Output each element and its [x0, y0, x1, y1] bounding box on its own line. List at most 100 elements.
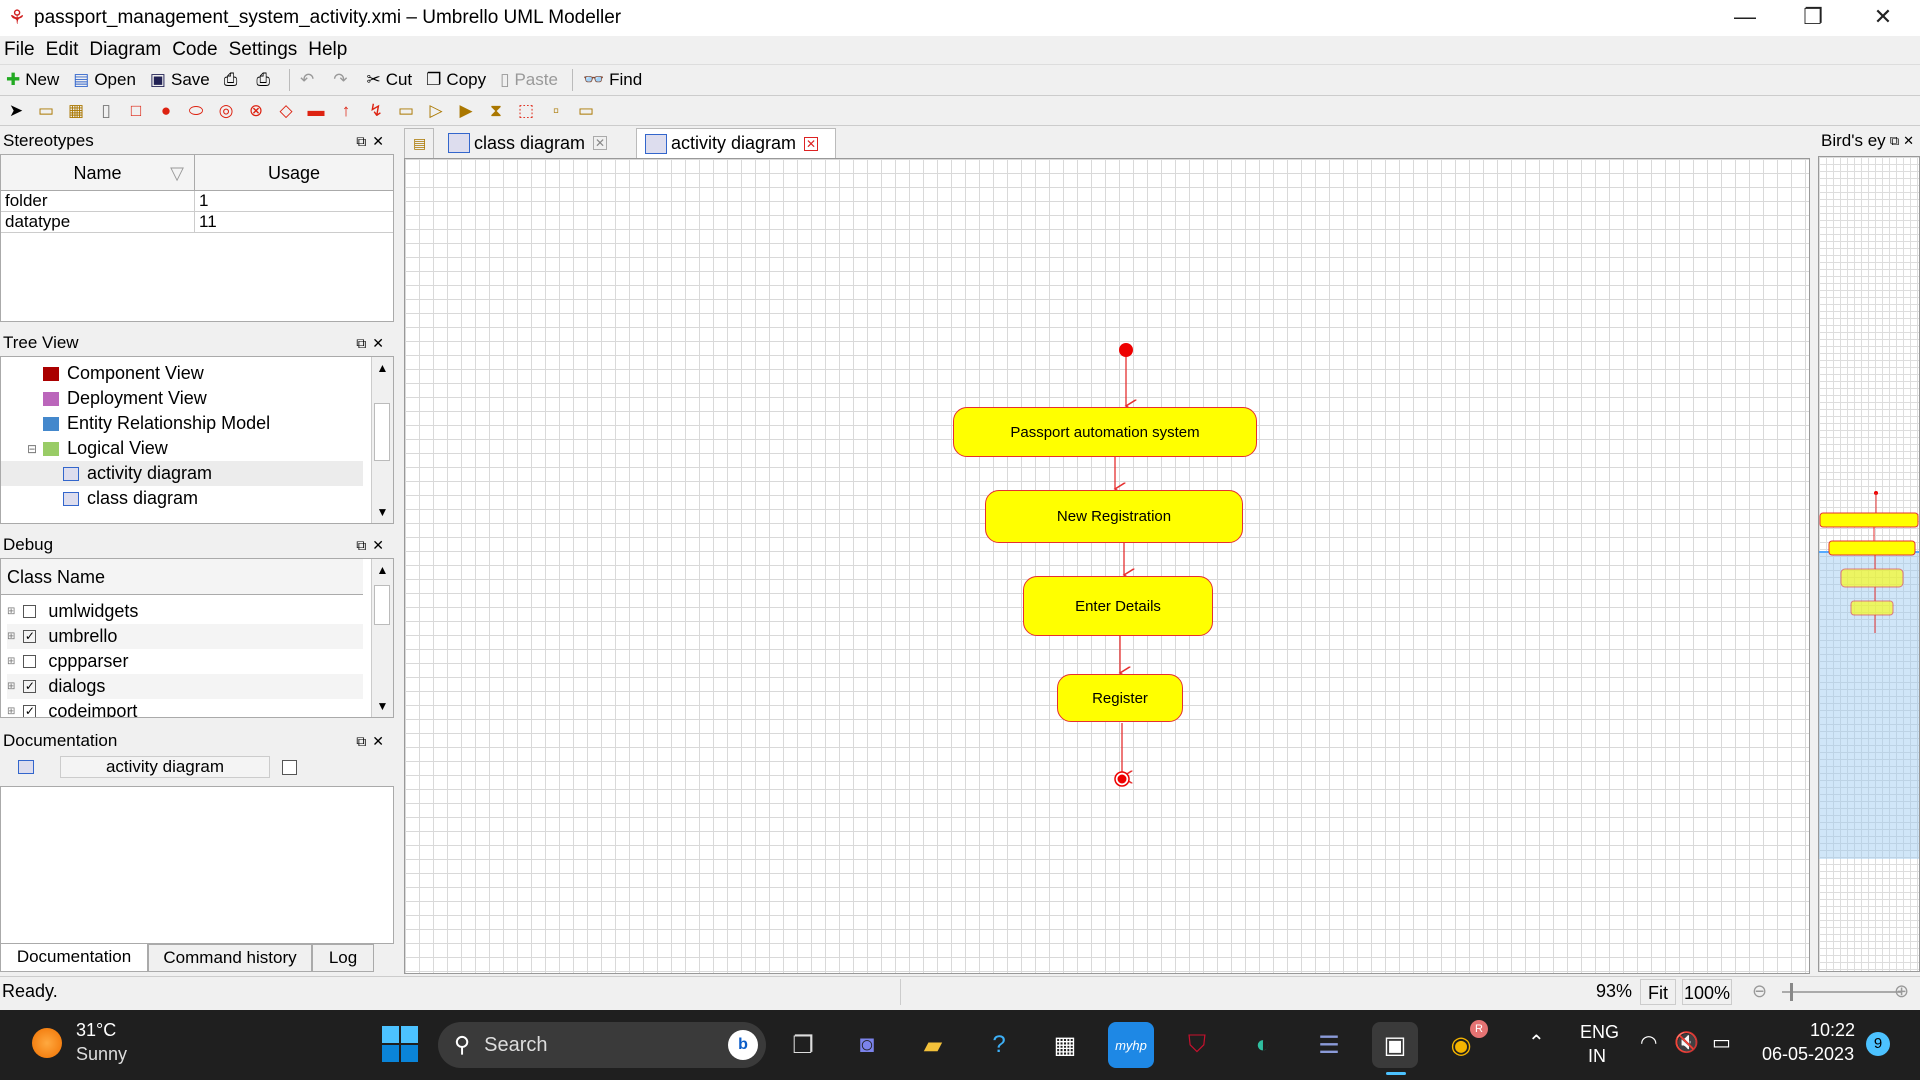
select-tool-icon[interactable]: ➤ — [6, 101, 26, 121]
fork-tool-icon[interactable]: ▬ — [306, 101, 326, 121]
tree-item-deployment-view[interactable]: Deployment View — [43, 386, 207, 411]
wifi-icon[interactable]: ◠ — [1640, 1030, 1657, 1055]
zoom-slider[interactable] — [1782, 991, 1902, 993]
edge-icon[interactable]: ◐ — [1240, 1022, 1286, 1068]
tree-scrollbar[interactable]: ▲ ▼ — [371, 357, 393, 523]
table-row[interactable]: datatype 11 — [1, 212, 393, 233]
maximize-button[interactable]: ❐ — [1778, 0, 1848, 36]
menu-help[interactable]: Help — [308, 39, 347, 61]
find-button[interactable]: 👓 Find — [583, 70, 642, 90]
debug-item[interactable]: ⊞ umlwidgets — [7, 599, 138, 624]
notification-badge[interactable]: 9 — [1866, 1032, 1890, 1056]
menu-diagram[interactable]: Diagram — [89, 39, 161, 61]
task-view-icon[interactable]: ❐ — [780, 1022, 826, 1068]
initial-activity-tool-icon[interactable]: ● — [156, 101, 176, 121]
open-button[interactable]: ▤ Open — [73, 70, 136, 90]
zoom-out-icon[interactable]: ⊖ — [1752, 981, 1767, 1002]
new-diagram-tab-button[interactable]: ▤ — [404, 128, 434, 158]
activity-new-registration[interactable]: New Registration — [985, 490, 1243, 543]
tree-item-logical-view[interactable]: ⊟ Logical View — [27, 436, 168, 461]
pin-tool-icon[interactable]: ▫ — [546, 101, 566, 121]
checkbox[interactable] — [23, 605, 37, 618]
diagram-canvas[interactable]: Passport automation system New Registrat… — [404, 158, 1810, 974]
tab-command-history[interactable]: Command history — [148, 944, 312, 972]
tree-item-class-diagram[interactable]: class diagram — [63, 486, 198, 511]
print-button[interactable]: ⎙ — [224, 70, 243, 90]
dock-controls[interactable]: ⧉✕ — [356, 332, 390, 354]
send-signal-tool-icon[interactable]: ▷ — [426, 101, 446, 121]
region-tool-icon[interactable]: ⬚ — [516, 101, 536, 121]
checkbox[interactable] — [23, 655, 37, 668]
tab-documentation[interactable]: Documentation — [0, 944, 148, 972]
myhp-icon[interactable]: myhp — [1108, 1022, 1154, 1068]
accept-signal-tool-icon[interactable]: ▶ — [456, 101, 476, 121]
cut-button[interactable]: ✂ Cut — [366, 70, 412, 90]
tab-activity-diagram[interactable]: activity diagram ✕ — [636, 128, 836, 158]
rectangle-tool-icon[interactable]: □ — [126, 101, 146, 121]
col-header-class-name[interactable]: Class Name — [1, 559, 363, 595]
menu-code[interactable]: Code — [172, 39, 217, 61]
volume-muted-icon[interactable]: 🔇 — [1674, 1030, 1699, 1055]
paste-button[interactable]: ▯ Paste — [500, 70, 558, 90]
branch-tool-icon[interactable]: ◇ — [276, 101, 296, 121]
collapse-icon[interactable]: ⊟ — [27, 442, 37, 456]
transition-tool-icon[interactable]: ↑ — [336, 101, 356, 121]
documentation-checkbox[interactable] — [282, 759, 297, 775]
object-node-tool-icon[interactable]: ▭ — [396, 101, 416, 121]
text-tool-icon[interactable]: ▭ — [36, 101, 56, 121]
note-tool-icon[interactable]: ▯ — [96, 101, 116, 121]
zoom-slider-handle[interactable] — [1790, 983, 1793, 1001]
menu-settings[interactable]: Settings — [229, 39, 298, 61]
exception-tool-icon[interactable]: ↯ — [366, 101, 386, 121]
copy-button[interactable]: ❐ Copy — [426, 70, 486, 90]
battery-icon[interactable]: ▭ — [1712, 1030, 1731, 1055]
file-explorer-icon[interactable]: ▰ — [910, 1022, 956, 1068]
mcafee-icon[interactable]: ⛉ — [1174, 1022, 1220, 1068]
zoom-in-icon[interactable]: ⊕ — [1894, 981, 1909, 1002]
save-button[interactable]: ▣ Save — [150, 70, 210, 90]
close-tab-icon[interactable]: ✕ — [804, 136, 819, 151]
debug-item[interactable]: ⊞ cppparser — [7, 649, 128, 674]
documentation-name-field[interactable]: activity diagram — [60, 756, 270, 778]
teams-chat-icon[interactable]: ◙ — [844, 1022, 890, 1068]
menu-edit[interactable]: Edit — [46, 39, 79, 61]
final-activity-tool-icon[interactable]: ◎ — [216, 101, 236, 121]
menu-file[interactable]: File — [4, 39, 35, 61]
minimize-button[interactable]: — — [1710, 0, 1780, 36]
search-box[interactable]: ⚲ Search b — [438, 1022, 766, 1068]
new-button[interactable]: ✚ New — [6, 70, 59, 90]
weather-condition[interactable]: Sunny — [76, 1044, 127, 1065]
clock-date[interactable]: 06-05-2023 — [1762, 1044, 1854, 1065]
microsoft-store-icon[interactable]: ▦ — [1042, 1022, 1088, 1068]
table-row[interactable]: folder 1 — [1, 191, 393, 212]
debug-item[interactable]: ⊞ ✓ umbrello — [7, 624, 363, 649]
debug-item[interactable]: ⊞ ✓ codeimport — [7, 699, 137, 717]
debug-item[interactable]: ⊞ ✓ dialogs — [7, 674, 363, 699]
start-windows-icon[interactable] — [382, 1026, 418, 1062]
checkbox[interactable]: ✓ — [23, 705, 37, 717]
language-line1[interactable]: ENG — [1580, 1022, 1619, 1043]
zoom-fit-button[interactable]: Fit — [1640, 979, 1676, 1005]
tree-item-entity-relationship[interactable]: Entity Relationship Model — [43, 411, 270, 436]
activity-enter-details[interactable]: Enter Details — [1023, 576, 1213, 636]
debug-scrollbar[interactable]: ▲ ▼ — [371, 559, 393, 717]
show-hidden-icons-chevron[interactable]: ⌃ — [1528, 1030, 1545, 1055]
checkbox[interactable]: ✓ — [23, 680, 37, 693]
zoom-100-button[interactable]: 100% — [1682, 979, 1732, 1005]
dock-controls[interactable]: ⧉✕ — [356, 130, 390, 152]
activity-tool-icon[interactable]: ⬭ — [186, 101, 206, 121]
redo-button[interactable]: ↷ — [333, 70, 352, 90]
documentation-textarea[interactable] — [0, 786, 394, 944]
language-line2[interactable]: IN — [1588, 1046, 1606, 1067]
initial-node[interactable] — [1119, 343, 1133, 357]
close-button[interactable]: ✕ — [1848, 0, 1918, 36]
col-header-usage[interactable]: Usage — [195, 155, 393, 190]
clock-time[interactable]: 10:22 — [1810, 1020, 1855, 1041]
close-tab-icon[interactable]: ✕ — [593, 136, 608, 150]
activity-register[interactable]: Register — [1057, 674, 1183, 722]
tab-log[interactable]: Log — [312, 944, 374, 972]
print-preview-button[interactable]: ⎙ — [256, 70, 275, 90]
tree-item-component-view[interactable]: Component View — [43, 361, 204, 386]
dock-controls[interactable]: ⧉✕ — [1890, 130, 1918, 152]
activity-passport-automation[interactable]: Passport automation system — [953, 407, 1257, 457]
